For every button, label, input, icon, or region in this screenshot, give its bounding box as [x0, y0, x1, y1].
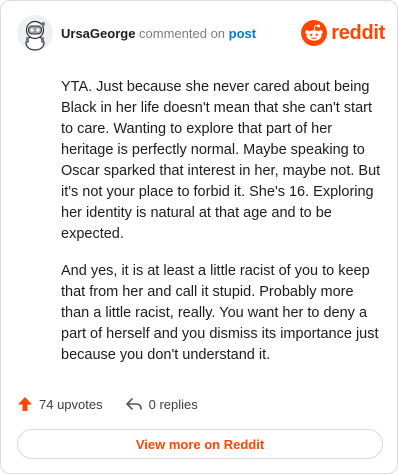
avatar-icon: [17, 15, 53, 51]
reply-arrow-icon: [125, 398, 142, 410]
reddit-wordmark: reddit: [331, 21, 385, 44]
upvote-button[interactable]: 74 upvotes: [17, 396, 103, 412]
reddit-brand[interactable]: reddit: [301, 19, 385, 47]
reply-button[interactable]: 0 replies: [125, 396, 198, 412]
commented-on-label: commented on: [139, 26, 226, 41]
reply-count: 0 replies: [148, 396, 198, 412]
comment-embed-card: UrsaGeorge commented on post reddit YTA.…: [0, 0, 398, 474]
upvote-count: 74 upvotes: [39, 396, 103, 412]
comment-paragraph: And yes, it is at least a little racist …: [61, 263, 379, 363]
comment-body: YTA. Just because she never cared about …: [61, 77, 383, 382]
upvote-arrow-icon: [18, 397, 32, 411]
comment-paragraph: YTA. Just because she never cared about …: [61, 79, 381, 242]
comment-meta: UrsaGeorge commented on post: [61, 26, 256, 42]
comment-header: UrsaGeorge commented on post reddit: [17, 15, 385, 51]
comment-actions: 74 upvotes 0 replies: [17, 393, 220, 415]
reddit-logo-icon: [301, 20, 328, 46]
user-avatar[interactable]: [17, 15, 53, 51]
username-link[interactable]: UrsaGeorge: [61, 26, 135, 41]
view-more-button[interactable]: View more on Reddit: [17, 429, 383, 459]
post-link[interactable]: post: [229, 26, 256, 41]
